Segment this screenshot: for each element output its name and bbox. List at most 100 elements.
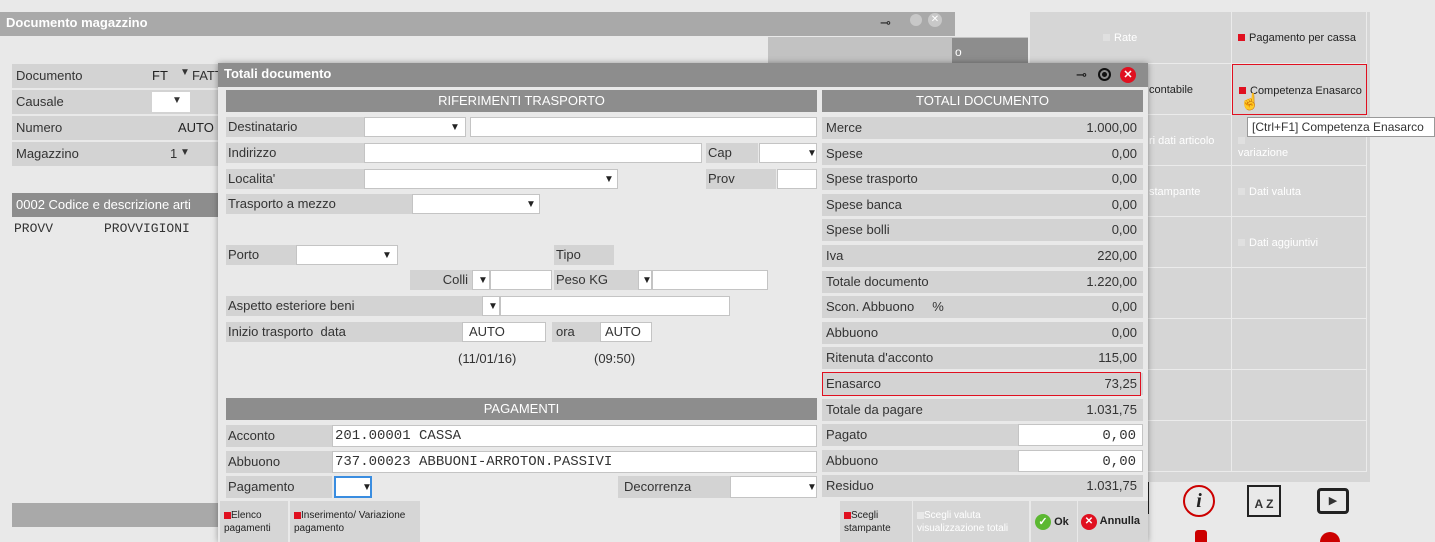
- grid-row-desc: PROVVIGIONI: [104, 221, 190, 236]
- ora-hint-text: (09:50): [594, 351, 636, 366]
- chevron-down-icon[interactable]: ▼: [526, 199, 536, 210]
- documento-value[interactable]: FT: [152, 68, 168, 83]
- grid-row[interactable]: PROVV PROVVIGIONI: [14, 221, 224, 236]
- chevron-down-icon[interactable]: ▼: [382, 250, 392, 261]
- chevron-down-icon[interactable]: ▼: [488, 301, 498, 312]
- totali-row: Ritenuta d'acconto 115,00: [822, 346, 1143, 372]
- back-window-title: Documento magazzino: [6, 15, 148, 30]
- totali-row: Spese trasporto 0,00: [822, 167, 1143, 193]
- magazzino-value[interactable]: 1: [170, 146, 177, 161]
- tipo-label: Tipo: [554, 245, 614, 265]
- empty-cell: [1145, 268, 1232, 319]
- grid-header: 0002 Codice e descrizione arti: [12, 193, 224, 217]
- pin-icon[interactable]: ⊸: [880, 15, 891, 31]
- btn-dati-articolo-label: ri dati articolo: [1149, 135, 1215, 147]
- btn-contabile[interactable]: contabile: [1145, 64, 1232, 115]
- back-window-titlebar: Documento magazzino: [0, 12, 955, 36]
- top-right-fragment: o: [952, 38, 1028, 63]
- decorrenza-label: Decorrenza: [618, 476, 730, 498]
- acconto-input[interactable]: 201.00001 CASSA: [332, 425, 817, 447]
- indirizzo-text: Indirizzo: [228, 145, 277, 160]
- aspetto-text: Aspetto esteriore beni: [228, 298, 355, 313]
- btn-inserimento-pagamento[interactable]: Inserimento/ Variazione pagamento: [290, 501, 420, 542]
- field-numero: Numero AUTO: [12, 116, 222, 140]
- chevron-down-icon[interactable]: ▼: [807, 482, 817, 493]
- red-fragment-icon: [1320, 532, 1340, 542]
- record-icon[interactable]: [1098, 68, 1111, 81]
- colli-text: Colli: [442, 272, 468, 287]
- decorrenza-select[interactable]: [730, 476, 817, 498]
- data-input[interactable]: AUTO: [462, 322, 546, 342]
- totali-row-label: Ritenuta d'acconto: [822, 347, 1018, 370]
- totali-row-input[interactable]: 0,00: [1018, 449, 1143, 472]
- info-icon[interactable]: i: [1183, 485, 1215, 517]
- localita-label: Localita': [226, 169, 364, 189]
- causale-label: Causale: [16, 94, 64, 109]
- pin-icon[interactable]: ⊸: [1076, 67, 1087, 83]
- hand-cursor-icon: ☝: [1240, 94, 1260, 111]
- ora-text: ora: [556, 324, 575, 339]
- btn-scegli-valuta[interactable]: Scegli valuta visualizzazione totali: [913, 501, 1029, 542]
- tooltip-text: [Ctrl+F1] Competenza Enasarco: [1252, 120, 1424, 134]
- data-value: AUTO: [469, 324, 505, 339]
- btn-scegli-stampante[interactable]: Scegli stampante: [840, 501, 912, 542]
- close-icon-disabled[interactable]: ✕: [928, 13, 942, 27]
- totali-row-label: Scon. Abbuono %: [822, 296, 1018, 319]
- totali-table: Merce 1.000,00 Spese 0,00 Spese trasporto 0,0…: [822, 116, 1143, 500]
- numero-value[interactable]: AUTO: [178, 120, 214, 135]
- totali-row-value: 0,00: [1018, 142, 1143, 165]
- aspetto-input[interactable]: [500, 296, 730, 316]
- empty-cell: [1232, 421, 1367, 472]
- btn-dati-aggiuntivi[interactable]: Dati aggiuntivi: [1232, 217, 1367, 268]
- ora-hint: (09:50): [594, 351, 635, 366]
- az-sort-icon[interactable]: A Z: [1247, 485, 1281, 517]
- porto-text: Porto: [228, 247, 260, 262]
- btn-annulla[interactable]: ✕ Annulla: [1078, 501, 1148, 542]
- chevron-down-icon[interactable]: ▼: [180, 147, 190, 158]
- destinatario-input[interactable]: [470, 117, 817, 137]
- btn-contabile-label: contabile: [1149, 84, 1194, 96]
- empty-cell: [1145, 319, 1232, 370]
- btn-stampante[interactable]: stampante: [1145, 166, 1232, 217]
- inizio-text: Inizio trasporto: [228, 324, 314, 339]
- chevron-down-icon[interactable]: ▼: [450, 122, 460, 133]
- chevron-down-icon[interactable]: ▼: [172, 95, 182, 106]
- btn-dati-valuta[interactable]: Dati valuta: [1232, 166, 1367, 217]
- destinatario-text: Destinatario: [228, 119, 298, 134]
- btn-dati-articolo[interactable]: ri dati articolo: [1145, 115, 1232, 166]
- btn-elenco-pagamenti[interactable]: Elenco pagamenti: [220, 501, 288, 542]
- btn-empty-col1[interactable]: [1145, 217, 1232, 268]
- btn-ok[interactable]: ✓ Ok: [1031, 501, 1077, 542]
- trasporto-select[interactable]: [412, 194, 540, 214]
- totali-row: Pagato 0,00: [822, 423, 1143, 449]
- colli-input[interactable]: [490, 270, 552, 290]
- abbuono-pag-value: 737.00023 ABBUONI-ARROTON.PASSIVI: [335, 454, 613, 470]
- ora-input[interactable]: AUTO: [600, 322, 652, 342]
- btn-pagamento-per-cassa[interactable]: Pagamento per cassa: [1232, 12, 1367, 64]
- chevron-down-icon[interactable]: ▼: [807, 148, 817, 159]
- video-icon[interactable]: ▶: [1317, 488, 1349, 514]
- close-icon[interactable]: ✕: [1120, 67, 1136, 83]
- abbuono-pag-input[interactable]: 737.00023 ABBUONI-ARROTON.PASSIVI: [332, 451, 817, 473]
- btn-rate[interactable]: Rate: [1095, 12, 1232, 64]
- chevron-down-icon[interactable]: ▼: [362, 482, 372, 493]
- chevron-down-icon[interactable]: ▼: [180, 67, 190, 78]
- red-fragment-icon: [1195, 530, 1207, 542]
- circle-icon[interactable]: [910, 14, 922, 26]
- btn-rate-label: Rate: [1114, 32, 1138, 44]
- totali-row-input[interactable]: 0,00: [1018, 424, 1143, 447]
- indirizzo-input[interactable]: [364, 143, 702, 163]
- chevron-down-icon[interactable]: ▼: [604, 174, 614, 185]
- prov-input[interactable]: [777, 169, 817, 189]
- field-magazzino: Magazzino 1 ▼: [12, 142, 222, 166]
- grid-header-text: 0002 Codice e descrizione arti: [16, 197, 191, 212]
- totali-row-label: Enasarco: [822, 372, 1018, 395]
- chevron-down-icon[interactable]: ▼: [478, 275, 488, 286]
- totali-row: Spese bolli 0,00: [822, 218, 1143, 244]
- abbuono-pag-label: Abbuono: [226, 451, 332, 473]
- peso-input[interactable]: [652, 270, 768, 290]
- causale-input[interactable]: [152, 92, 190, 112]
- localita-select[interactable]: [364, 169, 618, 189]
- chevron-down-icon[interactable]: ▼: [642, 275, 652, 286]
- tooltip: [Ctrl+F1] Competenza Enasarco: [1247, 117, 1435, 137]
